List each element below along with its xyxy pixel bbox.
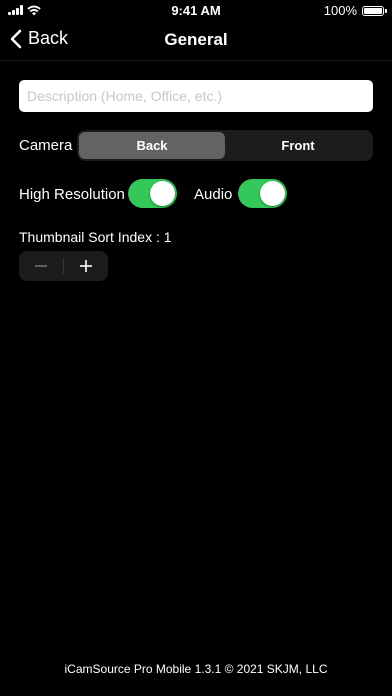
nav-bar: Back General (0, 22, 392, 61)
toggle-knob (150, 181, 175, 206)
camera-option-front[interactable]: Front (225, 132, 371, 159)
camera-option-back[interactable]: Back (79, 132, 225, 159)
description-input[interactable] (19, 80, 373, 112)
page-title: General (164, 30, 228, 49)
decrement-button[interactable] (19, 251, 63, 281)
plus-icon (80, 260, 92, 272)
minus-icon (35, 265, 47, 267)
audio-toggle[interactable] (238, 179, 287, 208)
audio-label: Audio (194, 186, 233, 203)
thumbnail-sort-stepper (19, 251, 108, 281)
status-right: 100% (323, 3, 387, 18)
increment-button[interactable] (64, 251, 108, 281)
camera-segmented-control: Back Front (77, 130, 373, 161)
high-resolution-toggle[interactable] (128, 179, 177, 208)
toggle-knob (260, 181, 285, 206)
camera-label: Camera (19, 137, 73, 154)
status-bar: 9:41 AM 100% (0, 0, 392, 22)
thumbnail-sort-label: Thumbnail Sort Index : 1 (19, 229, 172, 245)
high-resolution-label: High Resolution (19, 186, 125, 203)
footer-text: iCamSource Pro Mobile 1.3.1 © 2021 SKJM,… (64, 662, 328, 676)
battery-percent: 100% (323, 3, 357, 18)
battery-icon (362, 5, 387, 16)
